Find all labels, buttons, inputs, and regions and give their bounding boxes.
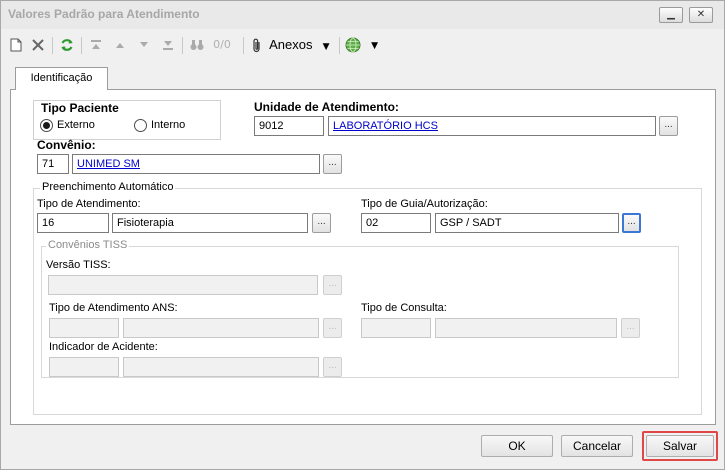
radio-externo[interactable] [40,119,53,132]
consult-type-code-input[interactable] [361,318,431,338]
consult-type-label: Tipo de Consulta: [361,302,447,314]
ans-service-type-label: Tipo de Atendimento ANS: [49,302,178,314]
minimize-button[interactable]: ▁ [659,7,683,23]
patient-type-label: Tipo Paciente [41,101,119,115]
globe-dropdown-icon: ▼ [371,41,379,51]
refresh-button[interactable] [58,35,76,55]
service-unit-label: Unidade de Atendimento: [254,100,399,114]
ans-service-type-code-input[interactable] [49,318,119,338]
service-type-name-input[interactable]: Fisioterapia [112,213,308,233]
close-button[interactable]: ✕ [689,7,713,23]
guide-type-name-input[interactable]: GSP / SADT [435,213,619,233]
toolbar-separator [182,37,183,54]
attachments-dropdown-icon: ▼ [322,42,330,52]
paperclip-icon [253,38,260,53]
tab-identificacao[interactable]: Identificação [15,67,108,90]
window-title: Valores Padrão para Atendimento [8,7,200,21]
first-record-icon [91,39,101,49]
toolbar-separator [243,37,244,54]
ans-service-type-lookup-button[interactable]: ... [323,318,342,338]
previous-record-button[interactable] [111,35,129,55]
attachments-label: Anexos [269,37,313,52]
service-unit-code-input[interactable]: 9012 [254,116,324,136]
accident-indicator-code-input[interactable] [49,357,119,377]
consult-type-lookup-button[interactable]: ... [621,318,640,338]
agreement-code-input[interactable]: 71 [37,154,69,174]
radio-interno-label: Interno [151,119,186,131]
close-icon: ✕ [696,9,706,20]
service-unit-lookup-button[interactable]: ... [659,116,678,136]
toolbar-separator [52,37,53,54]
title-bar: Valores Padrão para Atendimento ▁ ✕ [1,1,724,29]
service-type-code-input[interactable]: 16 [37,213,109,233]
next-record-button[interactable] [135,35,153,55]
first-record-button[interactable] [87,35,105,55]
tiss-group-title: Convênios TISS [46,239,130,251]
find-button[interactable] [188,35,206,55]
new-document-icon [10,38,22,51]
guide-type-label: Tipo de Guia/Autorização: [361,198,488,210]
consult-type-name-input[interactable] [435,318,617,338]
tiss-version-input[interactable] [48,275,318,295]
ans-service-type-name-input[interactable] [123,318,319,338]
service-unit-name-link[interactable]: LABORATÓRIO HCS [333,120,438,132]
agreement-name-input[interactable]: UNIMED SM [72,154,320,174]
search-result-count: 0/0 [213,38,231,51]
accident-indicator-label: Indicador de Acidente: [49,341,158,353]
dialog-window: Valores Padrão para Atendimento ▁ ✕ 0/0 … [0,0,725,470]
save-button-highlight [642,431,718,461]
toolbar-separator [81,37,82,54]
globe-icon [345,37,361,52]
last-record-button[interactable] [159,35,177,55]
service-unit-name-input[interactable]: LABORATÓRIO HCS [328,116,656,136]
agreement-lookup-button[interactable]: ... [323,154,342,174]
toolbar: 0/0 Anexos ▼ ▼ [5,31,720,59]
service-type-lookup-button[interactable]: ... [312,213,331,233]
last-record-icon [163,40,173,50]
toolbar-separator [339,37,340,54]
tiss-version-lookup-button[interactable]: ... [323,275,342,295]
ok-button[interactable]: OK [481,435,553,457]
tab-panel: Tipo Paciente Externo Interno Unidade de… [10,89,716,425]
binoculars-icon [190,39,204,50]
minimize-icon: ▁ [667,9,675,20]
delete-button[interactable] [29,35,47,55]
refresh-icon [61,38,73,51]
delete-x-icon [32,38,44,51]
accident-indicator-lookup-button[interactable]: ... [323,357,342,377]
attachments-button[interactable]: Anexos ▼ [251,35,337,55]
new-document-button[interactable] [7,35,25,55]
agreement-label: Convênio: [37,138,96,152]
radio-interno[interactable] [134,119,147,132]
guide-type-code-input[interactable]: 02 [361,213,431,233]
previous-record-icon [116,42,124,48]
globe-menu-button[interactable]: ▼ [345,35,383,55]
agreement-name-link[interactable]: UNIMED SM [77,158,140,170]
service-type-label: Tipo de Atendimento: [37,198,141,210]
cancel-button[interactable]: Cancelar [561,435,633,457]
accident-indicator-name-input[interactable] [123,357,319,377]
tiss-version-label: Versão TISS: [46,259,111,271]
autofill-group-title: Preenchimento Automático [40,181,176,193]
guide-type-lookup-button[interactable]: ... [622,213,641,233]
radio-externo-label: Externo [57,119,95,131]
next-record-icon [140,41,148,47]
